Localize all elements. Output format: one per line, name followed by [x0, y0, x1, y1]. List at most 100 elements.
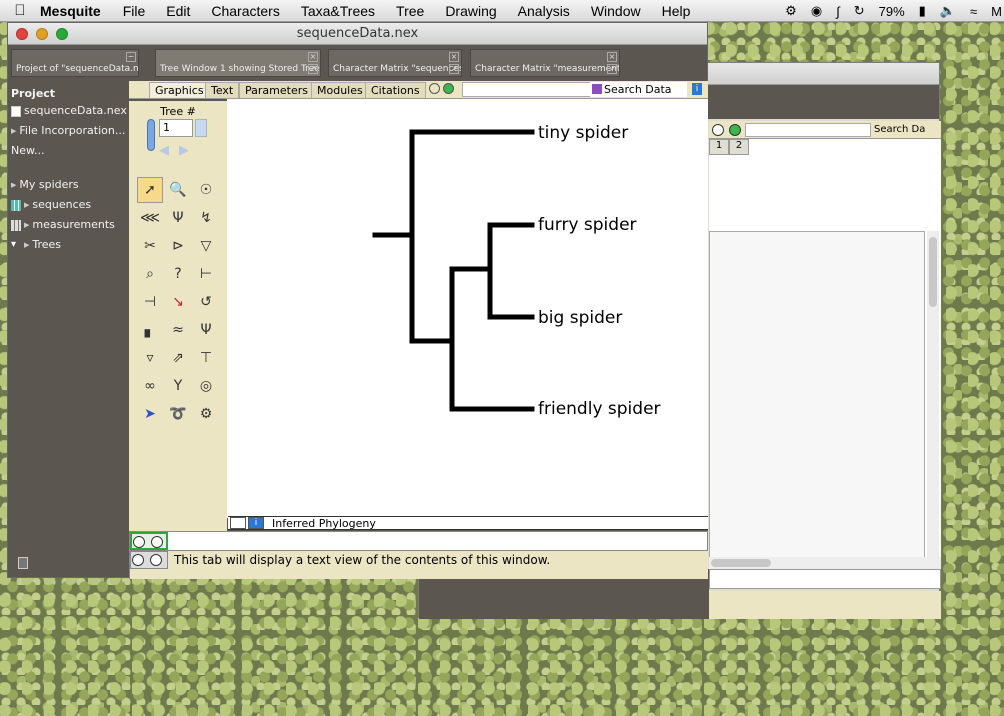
lock-icon[interactable] [18, 557, 28, 569]
move-branch-tool-icon[interactable]: ⊢ [193, 261, 219, 287]
rotate-tool-icon[interactable]: ↺ [193, 289, 219, 315]
close-tab-icon[interactable]: × [607, 52, 617, 62]
close-button[interactable] [16, 28, 28, 40]
question-tool-icon[interactable]: ? [165, 261, 191, 287]
taxon-label[interactable]: tiny spider [538, 123, 628, 143]
matrix-inner-pane[interactable] [709, 231, 925, 561]
vertical-scrollbar[interactable] [927, 231, 939, 561]
column-header[interactable]: 1 [709, 139, 729, 155]
tab-parameters[interactable]: Parameters [239, 82, 314, 98]
popout-icon[interactable]: ↗ [607, 64, 617, 74]
arrow-tool-icon[interactable]: ➚ [137, 177, 163, 203]
scissors-tool-icon[interactable]: ✂ [137, 233, 163, 259]
disclosure-triangle-icon[interactable]: ▶ [11, 121, 16, 141]
tab-text[interactable]: Text [205, 82, 240, 98]
minimize-button[interactable] [36, 28, 48, 40]
hammer-tool-icon[interactable]: ⊤ [193, 345, 219, 371]
menu-analysis[interactable]: Analysis [518, 3, 570, 19]
tab-matrix-sequences[interactable]: Character Matrix "sequences" × ↗ [328, 49, 462, 77]
infinity-tool-icon[interactable]: ∞ [137, 373, 163, 399]
sidebar-item-file-incorporation[interactable]: ▶ File Incorporation... [8, 121, 129, 141]
paint-tool-icon[interactable]: ↘ [165, 289, 191, 315]
menu-tree[interactable]: Tree [396, 3, 424, 19]
y-tool-icon[interactable]: Y [165, 373, 191, 399]
disclosure-triangle-icon[interactable]: ▶ [11, 175, 16, 195]
fork-tool-icon[interactable]: Ψ [193, 317, 219, 343]
column-header[interactable]: 2 [729, 139, 749, 155]
time-machine-icon[interactable]: ↻ [854, 3, 865, 19]
disclosure-triangle-icon[interactable]: ▶ [24, 195, 29, 215]
menubar-extra[interactable]: M [991, 4, 1002, 19]
disclosure-triangle-icon[interactable]: ▶ [24, 235, 29, 255]
circle-icon[interactable] [429, 83, 440, 94]
eye-icon[interactable] [149, 554, 162, 566]
menu-window[interactable]: Window [591, 3, 641, 19]
circle-icon[interactable] [712, 123, 724, 136]
status-icon[interactable]: ⚙ [785, 3, 797, 19]
close-tab-icon[interactable]: − [126, 52, 136, 62]
tab-citations[interactable]: Citations [365, 82, 426, 98]
zoom-button[interactable] [56, 28, 68, 40]
bluetooth-icon[interactable]: ∫ [836, 4, 840, 19]
eye-icon[interactable] [150, 536, 163, 548]
taxon-label[interactable]: big spider [538, 308, 622, 328]
tab-tree-window[interactable]: Tree Window 1 showing Stored Trees × ↗ [155, 49, 321, 77]
lock-icon[interactable] [133, 536, 145, 548]
tree-number-field[interactable]: 1 [159, 119, 193, 137]
target-tool-icon[interactable]: ◎ [193, 373, 219, 399]
tree-scroll-handle[interactable] [147, 119, 155, 151]
tree-nav-arrows[interactable]: ◀▶ [159, 143, 209, 158]
menu-drawing[interactable]: Drawing [445, 3, 496, 19]
reroot-tool-icon[interactable]: ⋘ [137, 205, 163, 231]
record-icon[interactable]: ◉ [811, 3, 822, 19]
triangle-tool-icon[interactable]: ▽ [193, 233, 219, 259]
tab-modules[interactable]: Modules [311, 82, 369, 98]
ruler-tool-icon[interactable]: ▖ [137, 317, 163, 343]
background-search-label[interactable]: Search Da [874, 124, 925, 135]
battery-icon[interactable]: ▮ [919, 3, 926, 19]
close-tab-icon[interactable]: × [449, 52, 459, 62]
sidebar-item-sequences[interactable]: ▶ sequences [8, 195, 129, 215]
magnifier-tool-icon[interactable]: 🔍 [165, 177, 191, 203]
prune-tool-icon[interactable]: ⊣ [137, 289, 163, 315]
tree-step-button[interactable] [195, 119, 207, 137]
close-tab-icon[interactable]: × [308, 52, 318, 62]
info-tool-icon[interactable]: ☉ [193, 177, 219, 203]
menu-icon[interactable] [230, 517, 246, 529]
menu-file[interactable]: File [123, 3, 146, 19]
volume-icon[interactable]: 🔈 [940, 3, 956, 19]
horizontal-scrollbar[interactable] [709, 557, 941, 569]
background-search-input[interactable] [745, 122, 871, 137]
taxon-label[interactable]: friendly spider [538, 399, 661, 419]
tab-project[interactable]: Project of "sequenceData.nex" − [11, 49, 139, 77]
menu-edit[interactable]: Edit [166, 3, 190, 19]
sidebar-item-file[interactable]: sequenceData.nex [8, 101, 129, 121]
lock-icon[interactable] [132, 554, 144, 566]
app-menu[interactable]: Mesquite [40, 3, 101, 19]
battery-percent[interactable]: 79% [879, 4, 905, 19]
green-action-icon[interactable] [443, 83, 454, 94]
popout-icon[interactable]: ↗ [308, 64, 318, 74]
green-icon[interactable] [729, 123, 741, 136]
funnel-tool-icon[interactable]: ▿ [137, 345, 163, 371]
search-tool-icon[interactable]: ⌕ [137, 261, 163, 287]
popout-icon[interactable]: ↗ [449, 64, 459, 74]
sidebar-item-new[interactable]: New... [8, 141, 129, 161]
tree-canvas[interactable]: tiny spider furry spider big spider frie… [227, 99, 708, 518]
blue-pointer-tool-icon[interactable]: ➤ [137, 401, 163, 427]
sidebar-item-measurements[interactable]: ▶ measurements [8, 215, 129, 235]
color-tool-icon[interactable]: ➰ [165, 401, 191, 427]
tab-matrix-measurements[interactable]: Character Matrix "measurements" × ↗ [470, 49, 620, 77]
interchange-tool-icon[interactable]: ≈ [165, 317, 191, 343]
sidebar-item-trees[interactable]: ▾ ▶ Trees [8, 235, 129, 255]
branch-tool-icon[interactable]: ⊳ [165, 233, 191, 259]
graph-tool-icon[interactable]: ⇗ [165, 345, 191, 371]
gear-tool-icon[interactable]: ⚙ [193, 401, 219, 427]
tab-graphics[interactable]: Graphics [149, 82, 210, 98]
menu-characters[interactable]: Characters [211, 3, 279, 19]
apple-menu-icon[interactable]:  [0, 2, 40, 19]
disclosure-triangle-icon[interactable]: ▶ [24, 215, 29, 235]
info-icon[interactable]: i [692, 83, 702, 95]
info-icon[interactable]: i [248, 517, 264, 529]
wifi-icon[interactable]: ≈ [970, 4, 977, 19]
